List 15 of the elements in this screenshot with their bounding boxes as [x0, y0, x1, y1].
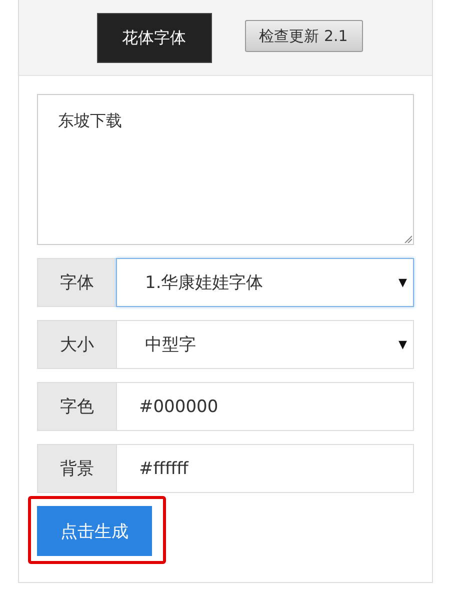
dropdown[interactable]: 中型字 ▼	[116, 320, 414, 369]
field-label: 字体	[37, 258, 116, 307]
dropdown[interactable]: 1.华康娃娃字体 ▼	[116, 258, 414, 307]
generate-button[interactable]: 点击生成	[37, 506, 152, 556]
input-field[interactable]: #ffffff	[116, 444, 414, 493]
resize-grip-icon[interactable]	[404, 235, 412, 243]
field-label: 大小	[37, 320, 116, 369]
font-style-button[interactable]: 花体字体	[96, 13, 212, 63]
dropdown-arrow-icon: ▼	[398, 338, 407, 351]
input-field[interactable]: #000000	[116, 382, 414, 431]
dropdown-arrow-icon: ▼	[398, 276, 407, 289]
field-label: 背景	[37, 444, 116, 493]
text-area[interactable]: 东坡下载	[37, 94, 414, 245]
field-label: 字色	[37, 382, 116, 431]
check-update-button[interactable]: 检查更新 2.1	[244, 20, 362, 52]
